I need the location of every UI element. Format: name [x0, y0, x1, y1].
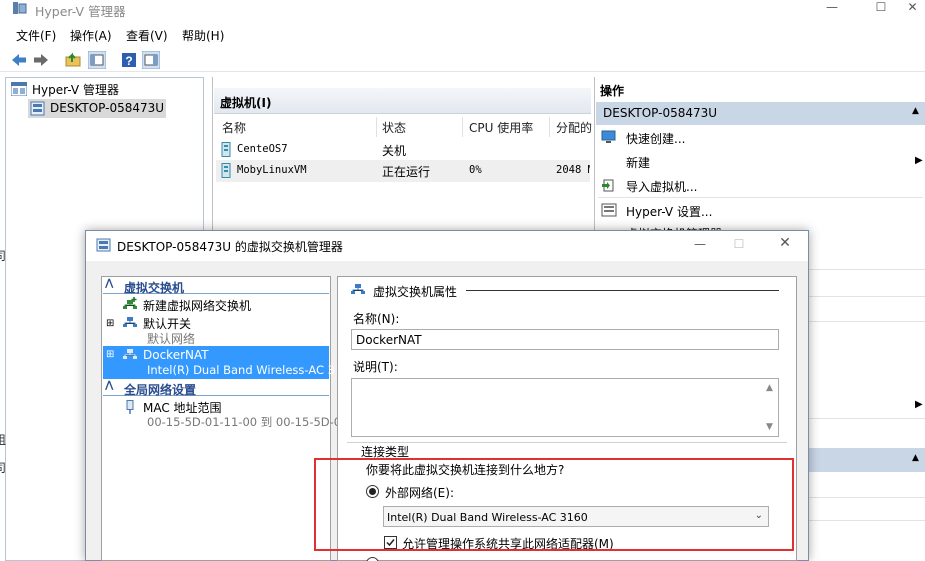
- action-new[interactable]: 新建: [626, 154, 650, 171]
- mac-address-icon: [126, 400, 134, 414]
- submenu-arrow-icon: ▶: [915, 155, 923, 166]
- dialog-close-button[interactable]: ✕: [762, 236, 808, 254]
- new-switch-item[interactable]: 新建虚拟网络交换机: [143, 297, 251, 314]
- menu-view[interactable]: 查看(V): [126, 27, 168, 44]
- vm-cpu: 0%: [469, 164, 482, 176]
- show-tree-icon[interactable]: [88, 51, 106, 69]
- import-vm-icon: [602, 179, 614, 192]
- col-header-memory[interactable]: 分配的: [556, 119, 592, 137]
- scroll-up-icon[interactable]: ▲: [766, 383, 773, 393]
- new-switch-icon: [123, 297, 137, 309]
- mac-range-subtitle: 00-15-5D-01-11-00 到 00-15-5D-0...: [147, 415, 353, 429]
- svg-text:?: ?: [125, 54, 132, 68]
- col-header-cpu[interactable]: CPU 使用率: [469, 119, 533, 137]
- menu-file[interactable]: 文件(F): [16, 27, 56, 44]
- actions-host-label: DESKTOP-058473U: [603, 106, 718, 120]
- description-label: 说明(T):: [353, 360, 398, 374]
- edge-glyph: 司: [0, 461, 7, 475]
- docker-nat-subtitle: Intel(R) Dual Band Wireless-AC 3160: [147, 363, 357, 377]
- properties-title-rule: [466, 290, 779, 291]
- actions-header: 操作: [596, 80, 925, 100]
- vm-state: 关机: [382, 144, 407, 158]
- edge-glyph: 组: [0, 433, 7, 447]
- vm-section-title: 虚拟机(I): [220, 96, 272, 110]
- name-field[interactable]: DockerNAT: [351, 329, 779, 350]
- server-icon: [96, 238, 111, 252]
- collapse-icon: ⋀: [105, 278, 114, 289]
- section-virtual-switches[interactable]: ⋀ 虚拟交换机: [103, 278, 329, 295]
- actions-divider: [808, 296, 925, 297]
- maximize-button[interactable]: ☐: [858, 0, 904, 18]
- collapse-up-icon[interactable]: ▲: [912, 106, 919, 116]
- collapse-up-icon[interactable]: ▲: [912, 453, 919, 463]
- actions-title: 操作: [600, 84, 625, 98]
- dialog-title: DESKTOP-058473U 的虚拟交换机管理器: [117, 240, 343, 254]
- vm-state: 正在运行: [382, 165, 431, 179]
- vm-icon: [221, 142, 231, 157]
- name-label: 名称(N):: [353, 312, 400, 326]
- vm-icon: [221, 163, 231, 178]
- toolbar: [0, 48, 925, 72]
- name-field-value: DockerNAT: [356, 333, 422, 347]
- vm-name: CenteOS7: [237, 143, 288, 155]
- collapse-icon: ⋀: [105, 380, 114, 391]
- back-arrow-icon[interactable]: [10, 51, 28, 69]
- menu-help[interactable]: 帮助(H): [182, 27, 224, 44]
- submenu-arrow-icon: ▶: [915, 399, 923, 410]
- forward-arrow-icon[interactable]: [32, 51, 50, 69]
- actions-divider: [808, 321, 925, 322]
- tree-host-label: DESKTOP-058473U: [50, 101, 165, 115]
- actions-divider: [808, 520, 925, 521]
- actions-divider: [808, 418, 925, 419]
- tree-root-label[interactable]: Hyper-V 管理器: [32, 81, 119, 98]
- network-switch-icon: [351, 284, 365, 294]
- default-switch-subtitle: 默认网络: [147, 332, 196, 346]
- actions-divider: [598, 197, 923, 198]
- vm-memory: 2048 M: [556, 164, 590, 176]
- expand-icon[interactable]: ⊞: [106, 318, 114, 329]
- description-field[interactable]: [351, 378, 779, 437]
- help-icon[interactable]: ?: [120, 51, 138, 69]
- docker-nat-item: DockerNAT: [143, 348, 209, 362]
- actions-divider: [808, 269, 925, 270]
- col-divider[interactable]: [376, 117, 377, 137]
- col-header-state[interactable]: 状态: [382, 119, 406, 137]
- scroll-down-icon[interactable]: ▼: [766, 422, 773, 432]
- actions-vm-bar[interactable]: [808, 448, 925, 472]
- show-actions-icon[interactable]: [142, 51, 160, 69]
- up-folder-icon[interactable]: [64, 51, 82, 69]
- highlight-box: [314, 458, 794, 551]
- quick-create-icon: [601, 130, 616, 143]
- action-hyperv-settings[interactable]: Hyper-V 设置...: [626, 203, 712, 220]
- col-divider[interactable]: [462, 117, 463, 137]
- hyperv-app-icon: [13, 2, 27, 14]
- window-title: Hyper-V 管理器: [35, 4, 126, 19]
- network-switch-icon: [123, 317, 137, 327]
- col-divider[interactable]: [549, 117, 550, 137]
- actions-divider: [808, 497, 925, 498]
- server-icon: [30, 101, 45, 116]
- network-switch-icon: [123, 349, 137, 359]
- action-import-vm[interactable]: 导入虚拟机...: [626, 178, 697, 195]
- section-title: 虚拟交换机: [124, 281, 185, 295]
- section-global-network[interactable]: ⋀ 全局网络设置: [103, 380, 329, 397]
- expand-icon[interactable]: ⊞: [106, 349, 114, 360]
- action-quick-create[interactable]: 快速创建...: [626, 130, 685, 147]
- hyperv-manager-icon: [11, 82, 27, 96]
- window-titlebar: [0, 0, 925, 20]
- edge-glyph: 司: [0, 249, 7, 263]
- col-header-name[interactable]: 名称: [222, 119, 246, 137]
- menu-action[interactable]: 操作(A): [70, 27, 112, 44]
- dialog-maximize-button[interactable]: ☐: [716, 237, 762, 255]
- minimize-button[interactable]: —: [809, 0, 855, 18]
- hyperv-settings-icon: [601, 203, 617, 217]
- properties-title: 虚拟交换机属性: [373, 285, 458, 299]
- vm-name: MobyLinuxVM: [237, 164, 307, 176]
- close-button[interactable]: ✕: [900, 0, 925, 18]
- section-title: 全局网络设置: [124, 383, 197, 397]
